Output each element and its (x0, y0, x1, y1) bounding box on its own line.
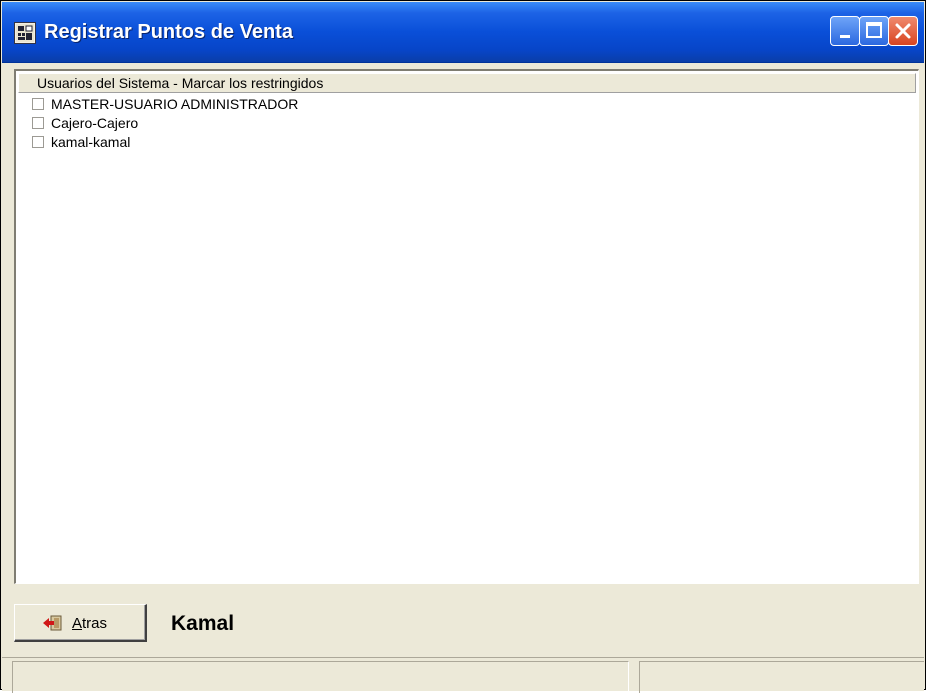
users-checklist[interactable]: Usuarios del Sistema - Marcar los restri… (14, 69, 919, 584)
app-calculator-icon[interactable] (14, 22, 36, 44)
back-button[interactable]: Atras (14, 604, 147, 642)
minimize-button[interactable] (830, 16, 860, 46)
restricted-checkbox[interactable] (32, 117, 44, 129)
back-button-label: Atras (72, 615, 107, 632)
close-button[interactable] (888, 16, 918, 46)
list-item[interactable]: Cajero-Cajero (32, 114, 914, 133)
list-item[interactable]: MASTER-USUARIO ADMINISTRADOR (32, 95, 914, 114)
back-arrow-icon (43, 615, 62, 631)
list-body: MASTER-USUARIO ADMINISTRADOR Cajero-Caje… (32, 95, 914, 152)
user-label: Cajero-Cajero (51, 115, 139, 131)
list-item[interactable]: kamal-kamal (32, 133, 914, 152)
user-label: MASTER-USUARIO ADMINISTRADOR (51, 96, 299, 112)
back-label-rest: tras (82, 615, 108, 632)
maximize-icon (866, 22, 882, 38)
restricted-checkbox[interactable] (32, 98, 44, 110)
status-panel-2 (639, 661, 924, 693)
maximize-button[interactable] (859, 16, 889, 46)
accelerator-letter: A (72, 615, 83, 632)
current-user-name: Kamal (171, 612, 235, 635)
status-panel-1 (12, 661, 629, 693)
title-bar[interactable]: Registrar Puntos de Venta (2, 2, 924, 63)
minimize-icon (840, 35, 850, 38)
main-window: Registrar Puntos de Venta Usuarios del S… (0, 0, 926, 693)
close-icon (895, 23, 911, 39)
status-bar (2, 657, 924, 693)
user-label: kamal-kamal (51, 134, 131, 150)
restricted-checkbox[interactable] (32, 136, 44, 148)
list-header[interactable]: Usuarios del Sistema - Marcar los restri… (18, 73, 916, 93)
window-title: Registrar Puntos de Venta (44, 21, 293, 43)
